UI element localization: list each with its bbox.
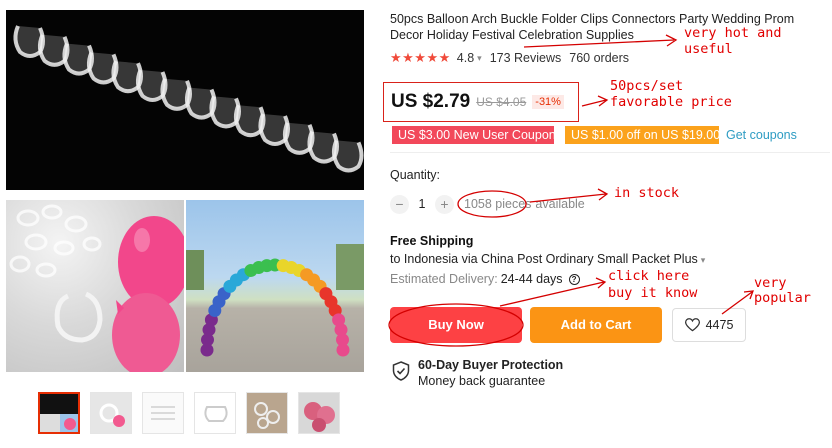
divider <box>390 152 830 153</box>
main-product-image[interactable] <box>6 10 364 190</box>
thumbnail-image <box>143 393 183 433</box>
thumbnail-2[interactable] <box>90 392 132 434</box>
stock-available-label: available <box>535 197 585 211</box>
chevron-down-icon: ▾ <box>700 255 706 265</box>
delivery-label: Estimated Delivery: <box>390 272 498 286</box>
quantity-stepper: − 1 + 1058 pieces available <box>390 194 585 214</box>
chevron-down-icon[interactable]: ▾ <box>477 53 482 64</box>
thumbnail-image <box>40 394 78 432</box>
annotation-arrowhead <box>597 188 609 201</box>
thumbnail-image <box>247 393 287 433</box>
annotation-price-line2: favorable price <box>610 94 732 110</box>
question-circle-icon[interactable]: ? <box>568 273 580 285</box>
plus-icon[interactable]: + <box>435 194 454 214</box>
orders-count: 760 orders <box>569 51 630 65</box>
thumbnail-image <box>91 393 131 433</box>
shipping-route[interactable]: to Indonesia via China Post Ordinary Sma… <box>390 252 705 266</box>
thumbnail-image <box>195 393 235 433</box>
product-gallery <box>6 10 364 434</box>
protection-subtitle: Money back guarantee <box>418 374 546 388</box>
minus-icon[interactable]: − <box>390 194 409 214</box>
clips-row-illustration <box>13 25 364 173</box>
add-to-cart-button[interactable]: Add to Cart <box>530 307 662 343</box>
clips-closeup-image[interactable] <box>6 200 184 372</box>
annotation-click-line1: click here <box>608 268 690 284</box>
heart-icon <box>684 318 700 332</box>
quantity-value[interactable]: 1 <box>409 197 435 211</box>
original-price: US $4.05 <box>476 95 527 109</box>
annotation-popular-line1: very <box>754 275 787 291</box>
stock-count: 1058 pieces <box>464 197 532 211</box>
annotation-arrowhead <box>595 277 607 289</box>
threshold-coupon[interactable]: US $1.00 off on US $19.00 <box>565 126 720 144</box>
balloon-clip-shape <box>331 139 364 173</box>
reviews-link[interactable]: 173 Reviews <box>490 51 562 65</box>
annotation-arrow <box>581 99 607 107</box>
annotation-hot-line1: very hot and <box>684 25 782 41</box>
clips-balloon-illustration <box>9 204 184 372</box>
delivery-value: 24-44 days <box>500 272 563 286</box>
shipping-title: Free Shipping <box>390 234 474 248</box>
new-user-coupon[interactable]: US $3.00 New User Coupon <box>392 126 556 144</box>
buy-now-button[interactable]: Buy Now <box>390 307 522 343</box>
get-coupons-link[interactable]: Get coupons <box>726 126 797 144</box>
annotation-popular-line2: popular <box>754 290 811 306</box>
annotation-hot-line2: useful <box>684 41 733 57</box>
thumbnail-strip <box>38 392 348 436</box>
annotation-arrowhead <box>743 290 754 300</box>
wishlist-count: 4475 <box>705 318 734 332</box>
rating-value: 4.8 <box>456 51 475 65</box>
estimated-delivery: Estimated Delivery: 24-44 days ? <box>390 272 580 286</box>
rating-stars-icon: ★★★★★ <box>390 50 451 65</box>
thumbnail-image <box>299 393 339 433</box>
thumbnail-1[interactable] <box>38 392 80 434</box>
buyer-protection: 60-Day Buyer Protection Money back guara… <box>392 358 642 392</box>
shield-check-icon <box>392 361 410 381</box>
annotation-click-line2: buy it know <box>608 285 698 301</box>
annotation-price-line1: 50pcs/set <box>610 78 684 94</box>
annotation-stock: in stock <box>614 185 680 201</box>
thumbnail-3[interactable] <box>142 392 184 434</box>
thumbnail-4[interactable] <box>194 392 236 434</box>
protection-title: 60-Day Buyer Protection <box>418 358 564 372</box>
wishlist-button[interactable]: 4475 <box>672 308 746 342</box>
shipping-route-text: to Indonesia via China Post Ordinary Sma… <box>390 252 698 266</box>
annotation-arrowhead <box>597 95 609 107</box>
balloon-arch-image[interactable] <box>186 200 364 372</box>
current-price: US $2.79 <box>391 91 471 112</box>
rating-row: ★★★★★ 4.8 ▾ 173 Reviews 760 orders <box>390 50 629 66</box>
thumbnail-5[interactable] <box>246 392 288 434</box>
balloon-arch-illustration <box>186 244 364 357</box>
quantity-label: Quantity: <box>390 168 441 182</box>
discount-badge: -31% <box>532 95 564 109</box>
thumbnail-6[interactable] <box>298 392 340 434</box>
price-box: US $2.79 US $4.05 -31% <box>383 82 579 122</box>
arch-balloon <box>336 343 350 357</box>
